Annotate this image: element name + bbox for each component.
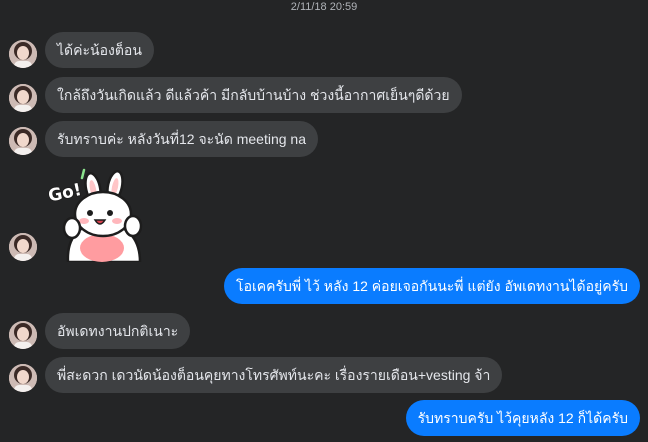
message-timestamp: 2/11/18 20:59 <box>290 1 358 13</box>
profile-photo-icon <box>9 127 37 155</box>
contact-avatar[interactable] <box>9 233 37 261</box>
profile-photo-icon <box>9 364 37 392</box>
message-bubble-incoming[interactable]: รับทราบค่ะ หลังวันที่12 จะนัด meeting na <box>45 121 318 157</box>
chat-thread: 2/11/18 20:59 ได้ค่ะน้องต็อน ใกล้ถึงวันเ… <box>0 0 648 442</box>
contact-avatar[interactable] <box>9 84 37 112</box>
message-bubble-outgoing[interactable]: โอเคครับพี่ ไว้ หลัง 12 ค่อยเจอกันนะพี่ … <box>224 268 640 304</box>
bunny-sticker-icon: Go! <box>46 168 143 264</box>
contact-avatar[interactable] <box>9 40 37 68</box>
message-bubble-incoming[interactable]: ได้ค่ะน้องต็อน <box>45 32 154 68</box>
profile-photo-icon <box>9 40 37 68</box>
message-bubble-incoming[interactable]: ใกล้ถึงวันเกิดแล้ว ดีแล้วค้า มีกลับบ้านบ… <box>45 77 462 113</box>
contact-avatar[interactable] <box>9 127 37 155</box>
profile-photo-icon <box>9 233 37 261</box>
message-bubble-outgoing[interactable]: รับทราบครับ ไว้คุยหลัง 12 ก็ได้ครับ <box>405 400 640 436</box>
message-bubble-incoming[interactable]: พี่สะดวก เดวนัดน้องต็อนคุยทางโทรศัพท์นะค… <box>45 357 503 393</box>
bunny-go-sticker[interactable]: Go! <box>46 168 144 264</box>
contact-avatar[interactable] <box>9 321 37 349</box>
contact-avatar[interactable] <box>9 364 37 392</box>
profile-photo-icon <box>9 84 37 112</box>
profile-photo-icon <box>9 321 37 349</box>
message-bubble-incoming[interactable]: อัพเดทงานปกติเนาะ <box>45 313 191 349</box>
